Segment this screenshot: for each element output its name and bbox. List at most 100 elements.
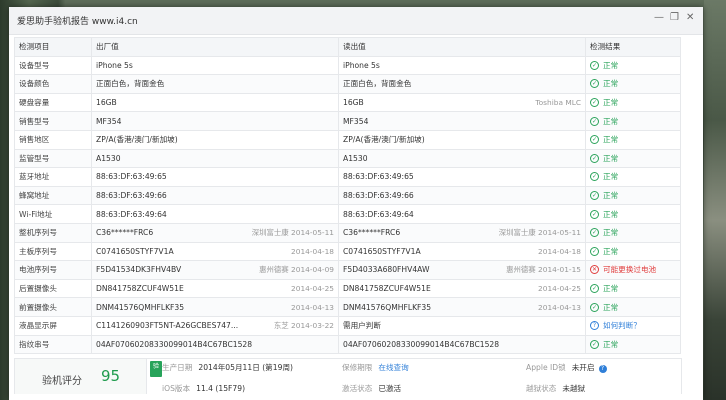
status-ok-icon: ✓ <box>590 79 599 89</box>
jailbreak: 越狱状态 未越狱 <box>526 383 585 394</box>
table-row: 电池序列号 F5D41534DK3FHV4BV 惠州德赛 2014-04-09 F5D… <box>14 260 681 280</box>
row-status-text: 正常 <box>603 339 619 349</box>
table-row: 整机序列号 C36******FRC6 深圳富士康 2014-05-11 C36***… <box>14 222 681 243</box>
row-item: 整机序列号 <box>14 222 92 243</box>
row-read-value: DN841758ZCUF4W51E <box>343 284 431 294</box>
score-value: 95 <box>101 367 121 385</box>
header-factory: 出厂值 <box>91 37 339 57</box>
row-factory-cell: 04AF07060208330099014B4C67BC1528 <box>91 334 339 355</box>
warranty: 保修期限 在线查询 <box>342 362 409 373</box>
jailbreak-value: 未越狱 <box>562 384 586 393</box>
row-status-cell: ✓ 正常 <box>585 334 681 355</box>
row-status-cell: ✓ 正常 <box>585 111 681 131</box>
status-ok-icon: ✓ <box>590 172 599 182</box>
row-read-cell: 16GB Toshiba MLC <box>338 92 586 113</box>
row-factory-cell: 88:63:DF:63:49:66 <box>91 185 339 206</box>
row-factory-value: 88:63:DF:63:49:66 <box>96 191 167 201</box>
row-item: 电池序列号 <box>14 260 92 280</box>
row-read-value: MF354 <box>343 116 369 126</box>
status-ok-icon: ✓ <box>590 153 599 163</box>
row-factory-note: 东芝 2014-03-22 <box>273 321 334 331</box>
row-item: 蜂窝地址 <box>14 185 92 206</box>
row-read-value: 16GB <box>343 98 364 108</box>
row-read-cell: iPhone 5s <box>338 55 586 76</box>
row-factory-value: 正面白色，背面金色 <box>96 79 165 89</box>
summary-footer: 验机评分 95 验 生产日期 2014年05月11日 (第19周) 保修期限 在线查… <box>14 358 682 394</box>
row-item: Wi-Fi地址 <box>14 204 92 224</box>
row-read-value: C0741650STYF7V1A <box>343 246 421 256</box>
row-read-cell: C0741650STYF7V1A 2014-04-18 <box>338 241 586 262</box>
table-row: 硬盘容量 16GB 16GB Toshiba MLC ✓ 正常 <box>14 92 681 113</box>
row-read-cell: MF354 <box>338 111 586 131</box>
status-ok-icon: ✓ <box>590 209 599 219</box>
row-status-text: 正常 <box>603 153 619 163</box>
row-read-cell: DNM41576QMHFLKF35 2014-04-13 <box>338 297 586 317</box>
info-icon[interactable]: ? <box>598 365 607 373</box>
row-item: 主板序列号 <box>14 241 92 262</box>
row-read-cell: C36******FRC6 深圳富士康 2014-05-11 <box>338 222 586 243</box>
table-row: Wi-Fi地址 88:63:DF:63:49:64 88:63:DF:63:49:6… <box>14 204 681 224</box>
row-read-cell: 04AF07060208330099014B4C67BC1528 <box>338 334 586 355</box>
row-status-text: 如何判断？ <box>603 321 641 331</box>
row-status-text: 正常 <box>603 284 619 294</box>
prod-date: 生产日期 2014年05月11日 (第19周) <box>162 362 293 373</box>
warranty-link[interactable]: 在线查询 <box>378 363 408 372</box>
row-item: 蓝牙地址 <box>14 167 92 187</box>
table-row: 设备颜色 正面白色，背面金色 正面白色，背面金色 ✓ 正常 <box>14 74 681 94</box>
row-read-cell: 88:63:DF:63:49:66 <box>338 185 586 206</box>
row-read-value: 需用户判断 <box>343 321 381 331</box>
row-status-cell: ✓ 正常 <box>585 297 681 317</box>
appleid-value: 未开启 <box>571 363 595 372</box>
row-status-text: 正常 <box>603 79 619 89</box>
check-table: 检测项目 出厂值 读出值 检测结果 设备型号 iPhone 5s iPhone 5s… <box>14 37 681 355</box>
row-status-cell: ✓ 正常 <box>585 222 681 243</box>
status-ok-icon: ✓ <box>590 191 599 201</box>
row-status-text: 正常 <box>603 135 619 145</box>
warranty-label: 保修期限 <box>342 363 373 372</box>
table-row: 销售型号 MF354 MF354 ✓ 正常 <box>14 111 681 131</box>
row-factory-note: 惠州德赛 2014-04-09 <box>259 265 334 275</box>
prod-date-value: 2014年05月11日 (第19周) <box>198 363 293 372</box>
row-factory-value: DNM41576QMHFLKF35 <box>96 302 185 312</box>
status-ok-icon: ✓ <box>590 60 599 70</box>
row-factory-cell: DNM41576QMHFLKF35 2014-04-13 <box>91 297 339 317</box>
row-read-value: C36******FRC6 <box>343 228 401 238</box>
row-item: 前置摄像头 <box>14 297 92 317</box>
row-read-value: iPhone 5s <box>343 60 380 70</box>
maximize-icon[interactable]: ❐ <box>670 12 679 23</box>
status-ask-icon: ? <box>590 321 599 331</box>
row-status-cell[interactable]: ? 如何判断？ <box>585 315 681 336</box>
activation-value: 已激活 <box>378 384 402 393</box>
row-item: 销售型号 <box>14 111 92 131</box>
row-status-cell: ✕ 可能更换过电池 <box>585 260 681 280</box>
row-factory-note: 深圳富士康 2014-05-11 <box>251 228 334 238</box>
row-status-text: 可能更换过电池 <box>603 265 657 275</box>
row-read-value: F5D4033A680FHV4AW <box>343 265 430 275</box>
status-ok-icon: ✓ <box>590 339 599 349</box>
row-item: 液晶显示屏 <box>14 315 92 336</box>
row-factory-value: ZP/A(香港/澳门/新加坡) <box>96 135 178 145</box>
row-status-cell: ✓ 正常 <box>585 204 681 224</box>
minimize-icon[interactable]: — <box>654 12 664 23</box>
row-factory-cell: DN841758ZCUF4W51E 2014-04-25 <box>91 278 339 299</box>
row-status-cell: ✓ 正常 <box>585 148 681 169</box>
row-factory-cell: ZP/A(香港/澳门/新加坡) <box>91 129 339 150</box>
row-factory-cell: A1530 <box>91 148 339 169</box>
table-row: 设备型号 iPhone 5s iPhone 5s ✓ 正常 <box>14 55 681 76</box>
row-factory-value: C0741650STYF7V1A <box>96 246 174 256</box>
row-read-value: 04AF07060208330099014B4C67BC1528 <box>343 339 500 349</box>
row-factory-value: 04AF07060208330099014B4C67BC1528 <box>96 339 253 349</box>
score-label: 验机评分 <box>42 376 82 387</box>
activation-label: 激活状态 <box>342 384 373 393</box>
row-factory-value: iPhone 5s <box>96 60 133 70</box>
row-read-value: DNM41576QMHFLKF35 <box>343 302 432 312</box>
row-item: 销售地区 <box>14 129 92 150</box>
row-factory-note: 2014-04-13 <box>291 302 334 312</box>
window-title: 爱思助手验机报告 www.i4.cn <box>17 17 138 27</box>
row-factory-value: 16GB <box>96 98 117 108</box>
row-factory-cell: MF354 <box>91 111 339 131</box>
header-result: 检测结果 <box>585 37 681 57</box>
row-status-cell: ✓ 正常 <box>585 278 681 299</box>
close-icon[interactable]: ✕ <box>686 12 694 23</box>
row-factory-cell: 16GB <box>91 92 339 113</box>
